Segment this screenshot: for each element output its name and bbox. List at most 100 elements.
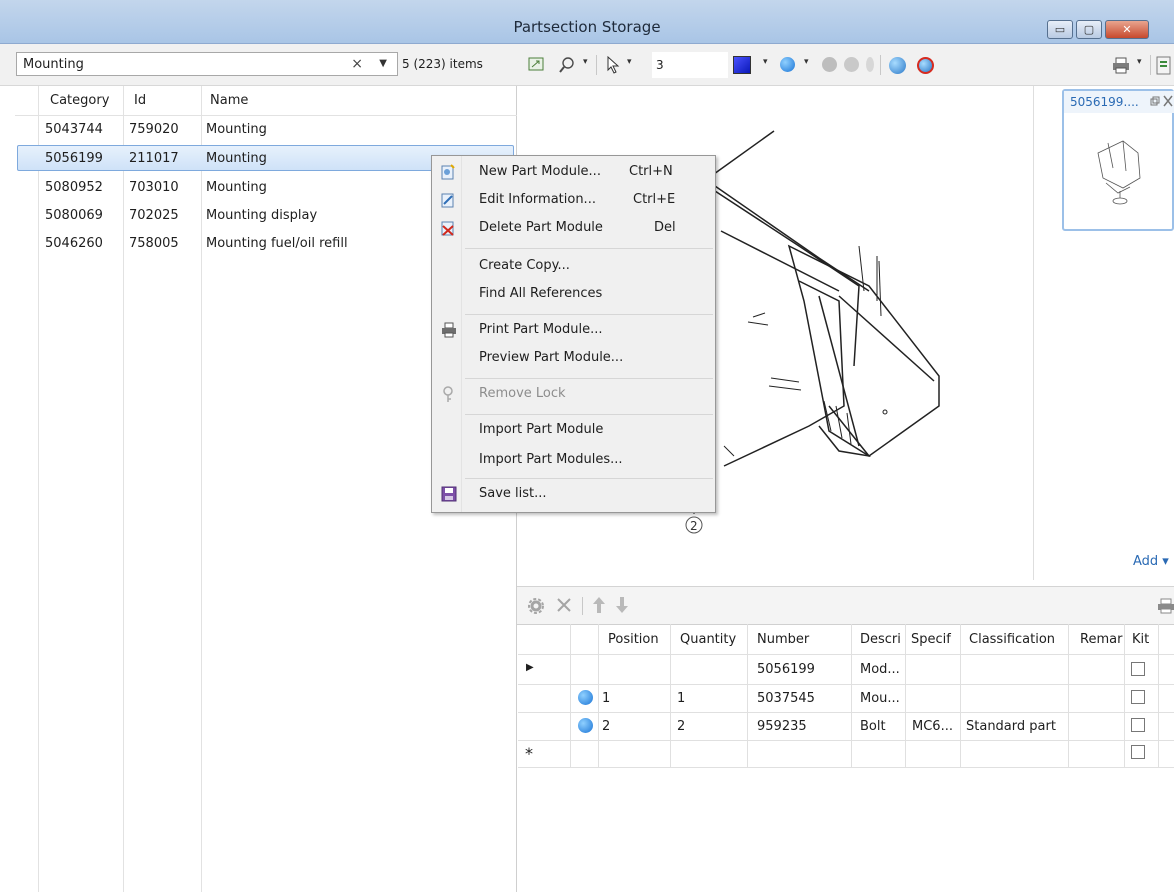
print-dropdown-icon[interactable]: ▾ bbox=[1137, 57, 1142, 67]
minimize-button[interactable]: ▭ bbox=[1047, 20, 1073, 39]
remove-info-icon[interactable] bbox=[917, 57, 934, 74]
grid-column-divider bbox=[1068, 624, 1069, 768]
grid-cell-number[interactable]: 5056199 bbox=[757, 662, 815, 677]
restore-icon[interactable] bbox=[1150, 96, 1160, 106]
menu-item-delete-part-module[interactable]: Delete Part Module bbox=[479, 220, 603, 235]
row-category: 5046260 bbox=[45, 236, 103, 251]
grid-cell-quantity[interactable]: 2 bbox=[677, 719, 685, 734]
window-title: Partsection Storage bbox=[513, 18, 661, 36]
column-header-name[interactable]: Name bbox=[210, 93, 248, 108]
grid-print-icon[interactable] bbox=[1157, 597, 1174, 615]
search-dropdown-icon[interactable]: ▼ bbox=[379, 58, 387, 69]
search-input[interactable]: Mounting × ▼ bbox=[16, 52, 398, 76]
close-thumbnail-icon[interactable] bbox=[1163, 95, 1173, 107]
marker-dropdown-icon[interactable]: ▾ bbox=[804, 57, 809, 67]
menu-item-edit-information[interactable]: Edit Information... bbox=[479, 192, 596, 207]
parts-grid bbox=[517, 624, 1174, 892]
menu-item-create-copy[interactable]: Create Copy... bbox=[479, 258, 570, 273]
thumbnail-header: 5056199.... bbox=[1064, 91, 1174, 113]
thumbnail-card[interactable]: 5056199.... bbox=[1062, 89, 1174, 231]
grid-header-remark[interactable]: Remar bbox=[1080, 632, 1122, 647]
grid-cell-quantity[interactable]: 1 bbox=[677, 691, 685, 706]
menu-item-preview-part-module[interactable]: Preview Part Module... bbox=[479, 350, 623, 365]
grid-cell-classification[interactable]: Standard part bbox=[966, 719, 1056, 734]
grid-row-divider bbox=[518, 767, 1174, 768]
menu-item-print-part-module[interactable]: Print Part Module... bbox=[479, 322, 603, 337]
zoom-icon[interactable] bbox=[558, 56, 576, 74]
zoom-value: 3 bbox=[656, 58, 664, 72]
grid-cell-specification[interactable]: MC6... bbox=[912, 719, 953, 734]
grid-header-specification[interactable]: Specif bbox=[911, 632, 951, 647]
document-icon[interactable] bbox=[1156, 56, 1172, 76]
menu-separator bbox=[465, 414, 713, 415]
grid-column-divider bbox=[747, 624, 748, 768]
grid-column-divider bbox=[1158, 624, 1159, 768]
grid-cell-number[interactable]: 5037545 bbox=[757, 691, 815, 706]
menu-item-find-all-references[interactable]: Find All References bbox=[479, 286, 602, 301]
delete-part-module-icon bbox=[441, 221, 454, 236]
info-icon[interactable] bbox=[889, 57, 906, 74]
row-category: 5080069 bbox=[45, 208, 103, 223]
grid-header-number[interactable]: Number bbox=[757, 632, 809, 647]
grid-cell-description[interactable]: Mou... bbox=[860, 691, 900, 706]
grid-header-quantity[interactable]: Quantity bbox=[680, 632, 736, 647]
menu-separator bbox=[465, 314, 713, 315]
row-name: Mounting bbox=[206, 122, 267, 137]
maximize-button[interactable]: ▢ bbox=[1076, 20, 1102, 39]
color-dropdown-icon[interactable]: ▾ bbox=[763, 57, 768, 67]
kit-checkbox[interactable] bbox=[1131, 662, 1145, 676]
grid-column-divider bbox=[1124, 624, 1125, 768]
menu-item-save-list[interactable]: Save list... bbox=[479, 486, 547, 501]
move-down-icon[interactable] bbox=[615, 595, 629, 615]
move-up-icon[interactable] bbox=[592, 595, 606, 615]
close-button[interactable]: ✕ bbox=[1105, 20, 1149, 39]
row-category: 5043744 bbox=[45, 122, 103, 137]
blue-marker-icon[interactable] bbox=[780, 57, 795, 72]
grid-row-divider bbox=[518, 740, 1174, 741]
menu-label-new: New Part Module... bbox=[479, 164, 601, 179]
toolbar: Mounting × ▼ 5 (223) items ▾ ▾ 3 ▾ ▾ ▾ bbox=[0, 44, 1174, 86]
zoom-dropdown-icon[interactable]: ▾ bbox=[583, 57, 588, 67]
zoom-value-field[interactable]: 3 bbox=[652, 52, 728, 78]
grid-cell-description[interactable]: Mod... bbox=[860, 662, 900, 677]
shortcut-edit: Ctrl+E bbox=[633, 192, 676, 207]
grid-cell-description[interactable]: Bolt bbox=[860, 719, 886, 734]
current-row-marker: ▶ bbox=[526, 662, 534, 673]
thumbnail-title: 5056199.... bbox=[1070, 95, 1139, 109]
add-label: Add bbox=[1133, 554, 1159, 569]
delete-row-icon[interactable] bbox=[556, 597, 572, 613]
row-category: 5056199 bbox=[45, 151, 103, 166]
row-name: Mounting bbox=[206, 151, 267, 166]
clear-search-icon[interactable]: × bbox=[351, 56, 363, 72]
pointer-icon[interactable] bbox=[606, 56, 620, 74]
fit-view-icon[interactable] bbox=[528, 56, 544, 72]
color-picker[interactable] bbox=[733, 56, 751, 74]
settings-icon[interactable] bbox=[527, 597, 545, 615]
gray-marker-icon[interactable] bbox=[822, 57, 837, 72]
toolbar-separator bbox=[1150, 55, 1151, 75]
grid-cell-number[interactable]: 959235 bbox=[757, 719, 807, 734]
grid-header-classification[interactable]: Classification bbox=[969, 632, 1055, 647]
kit-checkbox[interactable] bbox=[1131, 690, 1145, 704]
toolbar-separator bbox=[596, 55, 597, 75]
grid-header-position[interactable]: Position bbox=[608, 632, 659, 647]
grid-header-description[interactable]: Descri bbox=[860, 632, 901, 647]
grid-toolbar bbox=[517, 586, 1174, 624]
grid-cell-position[interactable]: 1 bbox=[602, 691, 610, 706]
stepper-icon[interactable] bbox=[866, 57, 874, 72]
grid-cell-position[interactable]: 2 bbox=[602, 719, 610, 734]
menu-item-new-part-module[interactable]: New Part Module... bbox=[479, 164, 601, 179]
add-link[interactable]: Add ▾ bbox=[1133, 554, 1169, 569]
menu-item-import-part-modules[interactable]: Import Part Modules... bbox=[479, 452, 623, 467]
row-name: Mounting display bbox=[206, 208, 318, 223]
pointer-dropdown-icon[interactable]: ▾ bbox=[627, 57, 632, 67]
list-row[interactable]: 5043744 759020 Mounting bbox=[17, 117, 514, 143]
column-header-category[interactable]: Category bbox=[50, 93, 109, 108]
column-header-id[interactable]: Id bbox=[134, 93, 146, 108]
print-icon[interactable] bbox=[1112, 56, 1134, 74]
grid-header-kit[interactable]: Kit bbox=[1132, 632, 1149, 647]
menu-item-import-part-module[interactable]: Import Part Module bbox=[479, 422, 603, 437]
gray-marker-2-icon[interactable] bbox=[844, 57, 859, 72]
kit-checkbox[interactable] bbox=[1131, 718, 1145, 732]
kit-checkbox[interactable] bbox=[1131, 745, 1145, 759]
